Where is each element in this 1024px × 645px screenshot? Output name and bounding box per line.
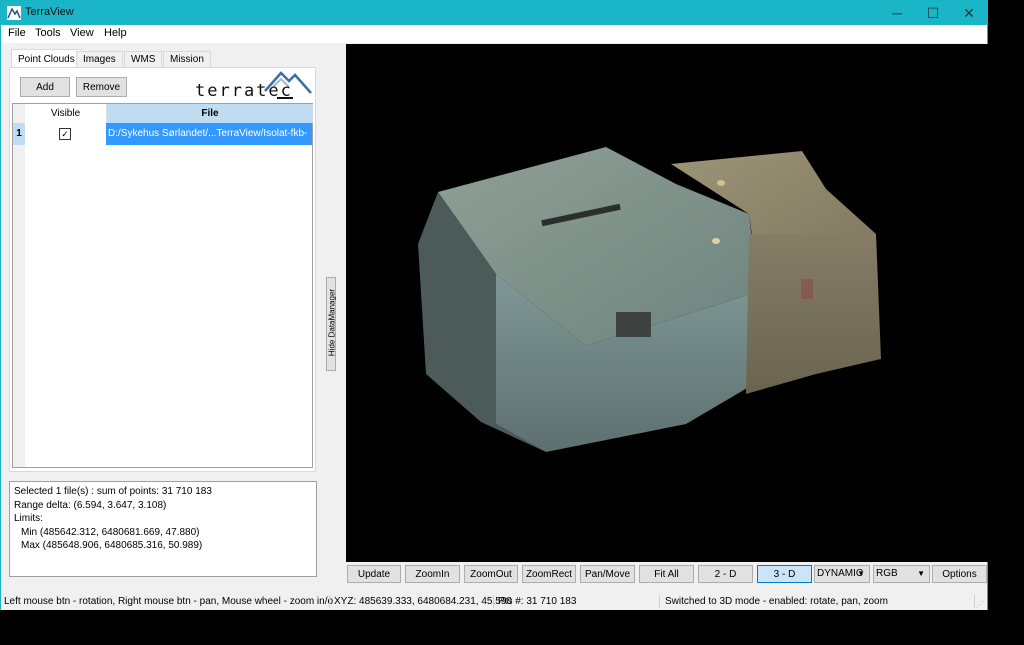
update-button[interactable]: Update: [347, 565, 401, 583]
close-icon: ✕: [963, 4, 975, 21]
status-divider: [974, 595, 975, 608]
status-divider: [329, 595, 330, 608]
menu-tools[interactable]: Tools: [35, 27, 61, 39]
row-index: 1: [13, 123, 25, 145]
pan-move-button[interactable]: Pan/Move: [580, 565, 635, 583]
point-cloud-table: Visible File 1 ✓ D:/Sykehus Sørlandet/..…: [12, 103, 313, 468]
column-header-file[interactable]: File: [106, 104, 313, 123]
menu-file[interactable]: File: [8, 27, 26, 39]
3d-viewport[interactable]: [346, 44, 988, 562]
minimize-icon: ─: [892, 5, 902, 21]
file-cell[interactable]: D:/Sykehus Sørlandet/...TerraView/Isolat…: [106, 123, 312, 145]
visible-cell: ✓: [25, 123, 106, 145]
hide-datamanager-button[interactable]: Hide DataManager: [326, 277, 337, 371]
color-mode-select[interactable]: RGB ▼: [873, 565, 930, 583]
info-max: Max (485648.906, 6480685.316, 50.989): [21, 540, 203, 551]
zoom-in-button[interactable]: ZoomIn: [405, 565, 460, 583]
right-lower-light: [712, 238, 720, 244]
tab-point-clouds[interactable]: Point Clouds: [11, 49, 82, 68]
tab-wms[interactable]: WMS: [124, 51, 163, 67]
visible-checkbox[interactable]: ✓: [59, 128, 71, 140]
title-bar: TerraView ─ ☐ ✕: [1, 1, 987, 25]
add-button[interactable]: Add: [20, 77, 70, 97]
chevron-down-icon: ▼: [917, 569, 925, 578]
menu-help[interactable]: Help: [104, 27, 127, 39]
point-cloud-render: [418, 147, 881, 452]
menu-bar: File Tools View Help: [1, 25, 987, 43]
row-header-column: [13, 104, 25, 467]
resize-grip-icon[interactable]: ⋰: [976, 600, 984, 609]
terratec-logo: terratec: [193, 69, 313, 101]
maximize-button[interactable]: ☐: [915, 1, 951, 25]
window-title: TerraView: [25, 6, 74, 18]
menu-view[interactable]: View: [70, 27, 94, 39]
info-selected: Selected 1 file(s) : sum of points: 31 7…: [14, 486, 212, 497]
render-mode-select[interactable]: DYNAMIC ▼: [814, 565, 870, 583]
chevron-down-icon: ▼: [857, 569, 865, 578]
maximize-icon: ☐: [926, 4, 940, 21]
tab-images[interactable]: Images: [76, 51, 123, 67]
close-button[interactable]: ✕: [951, 1, 987, 25]
tab-mission[interactable]: Mission: [163, 51, 211, 67]
selection-info-box: Selected 1 file(s) : sum of points: 31 7…: [9, 481, 317, 577]
zoom-rect-button[interactable]: ZoomRect: [522, 565, 576, 583]
building-right-front: [746, 234, 881, 394]
color-mode-value: RGB: [876, 568, 898, 579]
status-message: Switched to 3D mode - enabled: rotate, p…: [665, 596, 888, 607]
remove-button[interactable]: Remove: [76, 77, 127, 97]
info-min: Min (485642.312, 6480681.669, 47.880): [21, 526, 200, 538]
info-range-delta: Range delta: (6.594, 3.647, 3.108): [14, 499, 167, 511]
status-points: Pts #: 31 710 183: [498, 596, 577, 607]
2d-button[interactable]: 2 - D: [698, 565, 753, 583]
column-header-visible[interactable]: Visible: [25, 104, 106, 123]
zoom-out-button[interactable]: ZoomOut: [464, 565, 518, 583]
status-hint: Left mouse btn - rotation, Right mouse b…: [4, 596, 334, 607]
options-button[interactable]: Options: [932, 565, 987, 583]
fit-all-button[interactable]: Fit All: [639, 565, 694, 583]
terraview-app-icon: [7, 6, 21, 20]
status-divider: [493, 595, 494, 608]
table-row[interactable]: 1 ✓ D:/Sykehus Sørlandet/...TerraView/Is…: [13, 123, 312, 145]
right-top-light: [717, 180, 725, 186]
status-xyz: XYZ: 485639.333, 6480684.231, 45.590: [334, 596, 512, 607]
info-limits-label: Limits:: [14, 513, 43, 524]
3d-button[interactable]: 3 - D: [757, 565, 812, 583]
status-bar: Left mouse btn - rotation, Right mouse b…: [1, 593, 987, 610]
right-wall-sign: [801, 279, 813, 299]
front-window: [616, 312, 651, 337]
app-window: TerraView ─ ☐ ✕ File Tools View Help Poi…: [0, 0, 988, 610]
minimize-button[interactable]: ─: [879, 1, 915, 25]
hide-datamanager-label: Hide DataManager: [327, 288, 337, 357]
status-divider: [659, 595, 660, 608]
